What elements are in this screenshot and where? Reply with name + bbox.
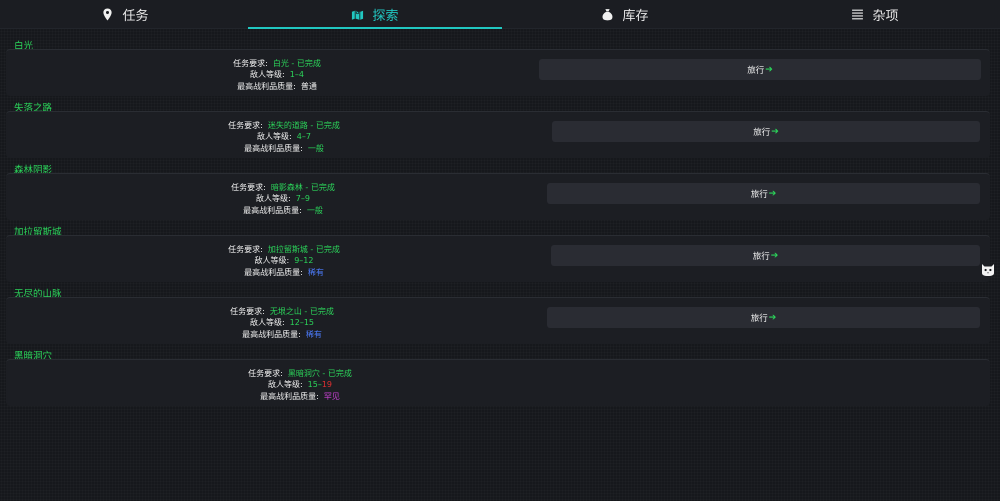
max-loot-label: 最高战利品质量: xyxy=(243,205,302,215)
requirement-value: 暗影森林 - 已完成 xyxy=(270,183,335,192)
requirement-label: 任务要求: xyxy=(248,369,283,378)
travel-label: 旅行 xyxy=(753,127,771,138)
requirement-label: 任务要求: xyxy=(228,245,263,254)
tab-misc-label: 杂项 xyxy=(872,8,899,24)
location-card: 任务要求: 黑暗洞穴 - 已完成 敌人等级: 15–19 最高战利品质量: 罕见 xyxy=(6,359,990,406)
location-card: 任务要求: 无垠之山 - 已完成 敌人等级: 12–15 最高战利品质量: 稀有 旅行… xyxy=(6,297,990,344)
max-loot-label: 最高战利品质量: xyxy=(244,267,303,277)
loot-quality: 一般 xyxy=(307,143,324,153)
requirement-label: 任务要求: xyxy=(228,121,263,130)
requirement-value: 黑暗洞穴 - 已完成 xyxy=(287,369,352,378)
level-max: 15 xyxy=(303,318,315,328)
level-max: 12 xyxy=(303,256,314,266)
tab-explore-label: 探索 xyxy=(372,8,399,24)
requirement-label: 任务要求: xyxy=(233,59,268,68)
enemy-level-label: 敌人等级: xyxy=(249,318,285,328)
loot-quality: 罕见 xyxy=(323,391,340,401)
travel-button[interactable]: 旅行 ➔ xyxy=(551,245,980,266)
arrow-right-icon: ➔ xyxy=(770,250,779,261)
travel-label: 旅行 xyxy=(752,251,770,262)
tab-quests[interactable]: 任务 xyxy=(0,0,250,28)
enemy-level-label: 敌人等级: xyxy=(267,380,303,390)
travel-button[interactable]: 旅行 ➔ xyxy=(547,307,980,328)
level-max: 7 xyxy=(305,132,311,142)
map-icon xyxy=(352,10,364,20)
requirement-label: 任务要求: xyxy=(230,307,265,316)
travel-button[interactable]: 旅行 ➔ xyxy=(539,59,981,80)
enemy-level-label: 敌人等级: xyxy=(250,70,285,80)
location-card: 任务要求: 白光 - 已完成 敌人等级: 1–4 最高战利品质量: 普通 旅行 ➔ xyxy=(6,49,990,96)
travel-label: 旅行 xyxy=(750,313,768,324)
travel-label: 旅行 xyxy=(750,189,768,200)
location-info: 任务要求: 加拉留斯城 - 已完成 敌人等级: 9–12 最高战利品质量: 稀有 xyxy=(228,245,340,277)
location-info: 任务要求: 无垠之山 - 已完成 敌人等级: 12–15 最高战利品质量: 稀有 xyxy=(230,307,334,339)
location-item: 无尽的山脉 任务要求: 无垠之山 - 已完成 敌人等级: 12–15 最高战利品质量… xyxy=(6,284,990,345)
location-info: 任务要求: 白光 - 已完成 敌人等级: 1–4 最高战利品质量: 普通 xyxy=(233,59,321,91)
loot-quality: 一般 xyxy=(306,205,323,215)
level-min: 15 xyxy=(307,380,318,390)
location-list: 白光 任务要求: 白光 - 已完成 敌人等级: 1–4 最高战利品质量: 普通 旅行 ➔… xyxy=(6,36,990,408)
location-item: 加拉留斯城 任务要求: 加拉留斯城 - 已完成 敌人等级: 9–12 最高战利品质量… xyxy=(6,222,990,283)
loot-quality: 稀有 xyxy=(305,329,322,339)
arrow-right-icon: ➔ xyxy=(771,126,779,137)
tab-inventory-label: 库存 xyxy=(622,8,649,24)
map-pin-icon xyxy=(103,8,113,20)
top-navigation: 任务 探索 库存 杂项 xyxy=(0,0,1000,29)
requirement-label: 任务要求: xyxy=(231,183,266,192)
max-loot-label: 最高战利品质量: xyxy=(244,143,303,153)
location-card: 任务要求: 暗影森林 - 已完成 敌人等级: 7–9 最高战利品质量: 一般 旅行 ➔ xyxy=(6,173,990,220)
requirement-value: 白光 - 已完成 xyxy=(272,59,321,68)
enemy-level-label: 敌人等级: xyxy=(254,256,290,266)
level-max: 9 xyxy=(304,194,310,204)
enemy-level-label: 敌人等级: xyxy=(257,132,292,142)
tab-explore[interactable]: 探索 xyxy=(248,0,502,29)
travel-button[interactable]: 旅行 ➔ xyxy=(552,121,980,142)
location-card: 任务要求: 加拉留斯城 - 已完成 敌人等级: 9–12 最高战利品质量: 稀有 旅行… xyxy=(6,235,990,282)
level-max: 19 xyxy=(321,380,333,390)
level-max: 4 xyxy=(298,70,304,80)
location-item: 失落之路 任务要求: 迷失的道路 - 已完成 敌人等级: 4–7 最高战利品质量: 一… xyxy=(6,98,990,159)
loot-quality: 普通 xyxy=(300,81,317,91)
location-info: 任务要求: 迷失的道路 - 已完成 敌人等级: 4–7 最高战利品质量: 一般 xyxy=(228,121,340,153)
location-info: 任务要求: 暗影森林 - 已完成 敌人等级: 7–9 最高战利品质量: 一般 xyxy=(231,183,335,215)
requirement-value: 无垠之山 - 已完成 xyxy=(269,307,334,316)
max-loot-label: 最高战利品质量: xyxy=(260,391,319,401)
money-bag-icon xyxy=(603,8,613,20)
location-card: 任务要求: 迷失的道路 - 已完成 敌人等级: 4–7 最高战利品质量: 一般 旅行 ➔ xyxy=(6,111,990,158)
location-item: 森林阴影 任务要求: 暗影森林 - 已完成 敌人等级: 7–9 最高战利品质量: 一般… xyxy=(6,160,990,221)
arrow-right-icon: ➔ xyxy=(768,312,777,323)
max-loot-label: 最高战利品质量: xyxy=(237,81,296,91)
travel-label: 旅行 xyxy=(747,65,765,76)
list-icon xyxy=(852,9,864,19)
requirement-value: 加拉留斯城 - 已完成 xyxy=(267,245,340,254)
tab-misc[interactable]: 杂项 xyxy=(750,0,1000,28)
level-min: 12 xyxy=(289,318,300,328)
enemy-level-label: 敌人等级: xyxy=(256,194,291,204)
location-item: 黑暗洞穴 任务要求: 黑暗洞穴 - 已完成 敌人等级: 15–19 最高战利品质量:… xyxy=(6,346,990,407)
loot-quality: 稀有 xyxy=(307,267,324,277)
tab-quests-label: 任务 xyxy=(122,8,149,24)
location-item: 白光 任务要求: 白光 - 已完成 敌人等级: 1–4 最高战利品质量: 普通 旅行 ➔ xyxy=(6,36,990,97)
cat-mascot-icon[interactable] xyxy=(980,261,996,277)
arrow-right-icon: ➔ xyxy=(765,64,773,75)
travel-button[interactable]: 旅行 ➔ xyxy=(547,183,980,204)
location-info: 任务要求: 黑暗洞穴 - 已完成 敌人等级: 15–19 最高战利品质量: 罕见 xyxy=(248,369,352,401)
tab-inventory[interactable]: 库存 xyxy=(500,0,750,28)
arrow-right-icon: ➔ xyxy=(768,188,777,199)
max-loot-label: 最高战利品质量: xyxy=(242,329,301,339)
requirement-value: 迷失的道路 - 已完成 xyxy=(267,121,340,130)
